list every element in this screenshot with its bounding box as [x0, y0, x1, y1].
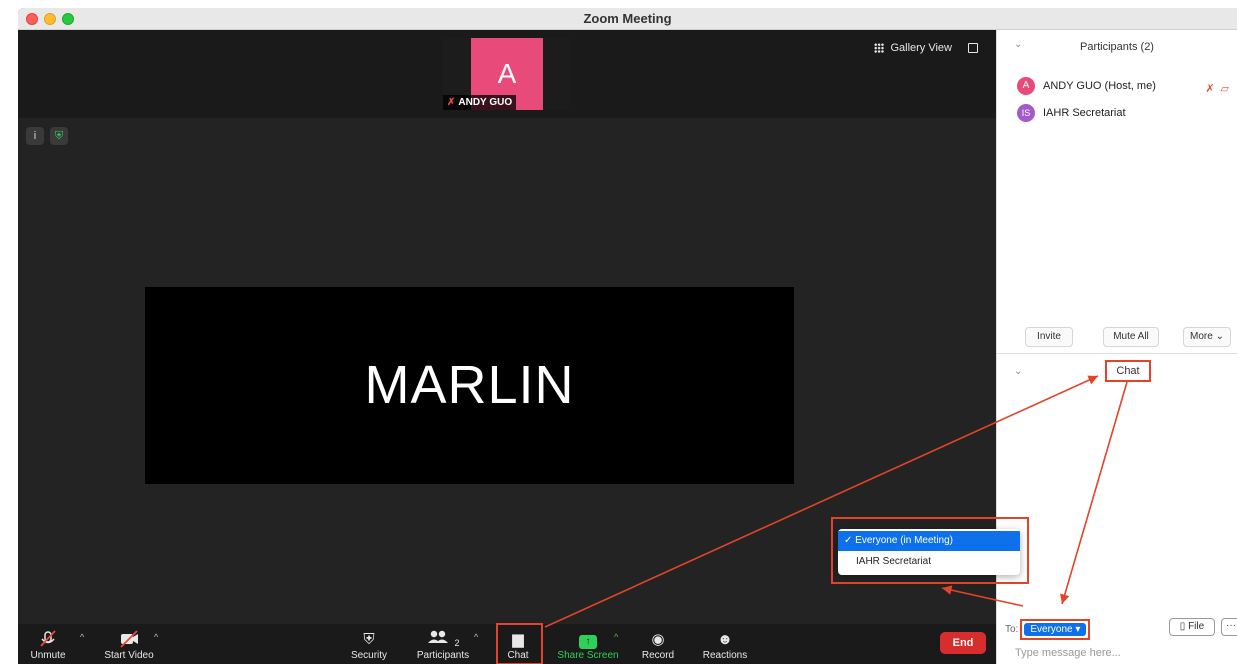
record-icon: ◉: [651, 631, 665, 648]
speaker-name: MARLIN: [364, 355, 575, 415]
camera-off-icon: [98, 630, 160, 650]
security-shield-icon: ⛨: [363, 631, 375, 648]
active-speaker-tile: MARLIN: [145, 287, 794, 484]
participants-icon: 2: [412, 630, 474, 650]
video-options-caret-icon[interactable]: ^: [154, 632, 158, 642]
side-panel: ⌄ Participants (2) A ANDY GUO (Host, me)…: [996, 30, 1237, 664]
reactions-button[interactable]: ☻ Reactions: [698, 630, 752, 661]
dropdown-option-everyone[interactable]: ✓ Everyone (in Meeting): [838, 531, 1020, 551]
more-options-button[interactable]: More ⌄: [1183, 327, 1231, 347]
thumbnail-name: ANDY GUO: [458, 97, 513, 108]
record-label: Record: [641, 650, 675, 661]
fullscreen-icon[interactable]: [968, 43, 978, 53]
title-bar: Zoom Meeting: [18, 8, 1237, 30]
audio-options-caret-icon[interactable]: ^: [80, 632, 84, 642]
window-title: Zoom Meeting: [583, 11, 672, 26]
chat-button-highlight: [496, 623, 543, 664]
share-options-caret-icon[interactable]: ^: [614, 632, 618, 642]
recipient-value: Everyone: [1030, 624, 1073, 635]
start-video-label: Start Video: [104, 650, 154, 661]
security-button[interactable]: ⛨ Security: [344, 630, 394, 661]
thumbnail-name-label: ✗ ANDY GUO: [443, 95, 517, 110]
share-screen-icon: ↑: [556, 630, 620, 650]
invite-button[interactable]: Invite: [1025, 327, 1073, 347]
chevron-down-icon: ⌄: [1215, 331, 1224, 342]
participants-label: Participants: [416, 650, 470, 661]
mic-muted-icon: [24, 630, 72, 650]
file-label: File: [1188, 621, 1205, 632]
participants-title: Participants (2): [1080, 41, 1154, 53]
participant-row[interactable]: IS IAHR Secretariat: [1017, 104, 1126, 122]
participant-row[interactable]: A ANDY GUO (Host, me): [1017, 77, 1156, 95]
unmute-button[interactable]: Unmute ^: [24, 630, 84, 661]
mute-all-button[interactable]: Mute All: [1103, 327, 1159, 347]
mic-muted-icon[interactable]: ✗: [1205, 83, 1220, 95]
start-video-button[interactable]: Start Video ^: [98, 630, 160, 661]
share-screen-label: Share Screen: [557, 650, 619, 661]
recipient-highlight: Everyone ▾: [1020, 619, 1091, 640]
info-icon[interactable]: i: [26, 127, 44, 145]
participants-header: ⌄ Participants (2): [997, 30, 1237, 60]
reactions-label: Reactions: [702, 650, 748, 661]
dropdown-option-secretariat[interactable]: IAHR Secretariat: [838, 552, 1020, 572]
participant-status-icons: ✗▱: [1205, 82, 1235, 95]
participants-options-caret-icon[interactable]: ^: [474, 632, 478, 642]
file-button[interactable]: ▯ File: [1169, 618, 1215, 636]
more-label: More: [1190, 331, 1213, 342]
grid-icon: [874, 43, 885, 53]
security-label: Security: [350, 650, 388, 661]
chat-message-input[interactable]: Type message here...: [1015, 647, 1121, 659]
file-icon: ▯: [1179, 621, 1186, 632]
collapse-chat-icon[interactable]: ⌄: [1014, 366, 1022, 377]
participants-button[interactable]: 2 Participants ^: [412, 630, 478, 661]
dropdown-caret-icon: ▾: [1075, 624, 1081, 635]
gallery-view-label: Gallery View: [890, 42, 952, 54]
chat-more-button[interactable]: ···: [1221, 618, 1237, 636]
avatar: IS: [1017, 104, 1035, 122]
chat-title: Chat: [1105, 360, 1151, 382]
gallery-view-button[interactable]: Gallery View: [874, 42, 978, 54]
checkmark-icon: ✓: [844, 535, 853, 546]
thumbnail-strip: A ✗ ANDY GUO Gallery View: [18, 30, 996, 118]
recipient-select[interactable]: Everyone ▾: [1024, 623, 1087, 636]
encryption-shield-icon[interactable]: ⛨: [50, 127, 68, 145]
unmute-label: Unmute: [30, 650, 66, 661]
zoom-window: Zoom Meeting A ✗ ANDY GUO Gallery View i …: [18, 8, 1237, 664]
recipient-dropdown-menu: ✓ Everyone (in Meeting) IAHR Secretariat: [838, 529, 1020, 575]
end-meeting-button[interactable]: End: [940, 632, 986, 654]
dropdown-option-label: Everyone (in Meeting): [855, 535, 953, 546]
participants-actions: Invite Mute All More ⌄: [997, 324, 1237, 354]
dropdown-option-label: IAHR Secretariat: [856, 556, 932, 567]
participant-name: ANDY GUO (Host, me): [1043, 80, 1156, 92]
camera-off-icon[interactable]: ▱: [1221, 83, 1235, 95]
to-label: To:: [1005, 624, 1019, 635]
participant-thumbnail[interactable]: A ✗ ANDY GUO: [443, 38, 569, 110]
reactions-emoji-icon: ☻: [717, 631, 733, 648]
share-screen-button[interactable]: ↑ Share Screen ^: [556, 630, 620, 661]
mic-muted-icon: ✗: [447, 97, 456, 108]
record-button[interactable]: ◉ Record: [636, 630, 680, 661]
avatar: A: [1017, 77, 1035, 95]
participants-count: 2: [454, 638, 460, 648]
chat-recipient-row: To: Everyone ▾: [1005, 619, 1091, 640]
participant-name: IAHR Secretariat: [1043, 107, 1126, 119]
